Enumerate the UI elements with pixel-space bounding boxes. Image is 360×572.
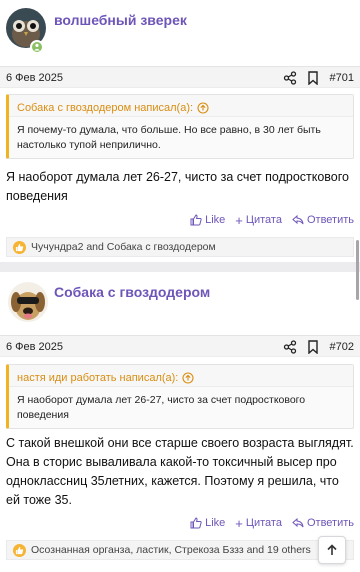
scroll-to-top-button[interactable] (318, 536, 346, 564)
thumbs-up-icon (190, 214, 202, 226)
post-body: С такой внешкой они все старше своего во… (6, 436, 354, 507)
online-badge-icon (30, 40, 44, 54)
reply-label: Ответить (306, 214, 354, 226)
post-actions: Like + Цитата Ответить (190, 211, 354, 229)
post-701: волшебный зверек 6 Фев 2025 #701 Собака … (0, 0, 360, 257)
reactions-bar[interactable]: Чучундра2 and Собака с гвоздодером (6, 237, 354, 257)
reply-icon (292, 517, 304, 528)
quote-block: Собака с гвоздодером написал(а): Я почем… (6, 94, 354, 159)
like-label: Like (205, 214, 226, 226)
quote-text: Я почему-то думала, что больше. Но все р… (17, 124, 321, 151)
thumbs-up-icon (190, 517, 202, 529)
post-meta-bar: 6 Фев 2025 #702 (0, 335, 360, 357)
post-date[interactable]: 6 Фев 2025 (6, 341, 63, 353)
arrow-up-icon (327, 544, 337, 555)
reactions-text[interactable]: Чучундра2 and Собака с гвоздодером (31, 241, 216, 253)
quote-header[interactable]: настя иди работать написал(а): (9, 365, 353, 387)
reactions-text[interactable]: Осознанная органза, ластик, Стрекоза Бзз… (31, 544, 311, 556)
reactions-bar[interactable]: Осознанная органза, ластик, Стрекоза Бзз… (6, 540, 354, 560)
bookmark-icon[interactable] (307, 71, 319, 85)
quote-button[interactable]: + Цитата (235, 213, 282, 228)
quote-button[interactable]: + Цитата (235, 516, 282, 531)
share-icon[interactable] (283, 71, 297, 85)
quote-author[interactable]: Собака с гвоздодером написал(а): (17, 102, 193, 114)
quote-header[interactable]: Собака с гвоздодером написал(а): (9, 95, 353, 117)
plus-icon: + (235, 212, 243, 228)
scrollbar-thumb[interactable] (356, 240, 359, 300)
quote-text: Я наоборот думала лет 26-27, чисто за сч… (17, 394, 306, 421)
post-number[interactable]: #701 (330, 72, 354, 84)
quote-label: Цитата (245, 214, 282, 226)
reply-button[interactable]: Ответить (292, 517, 354, 529)
like-button[interactable]: Like (190, 517, 225, 529)
post-actions: Like + Цитата Ответить (190, 514, 354, 532)
quote-label: Цитата (245, 517, 282, 529)
username[interactable]: Собака с гвоздодером (54, 284, 210, 300)
post-header: Собака с гвоздодером (0, 272, 360, 334)
quote-author[interactable]: настя иди работать написал(а): (17, 372, 178, 384)
like-button[interactable]: Like (190, 214, 225, 226)
quote-block: настя иди работать написал(а): Я наоборо… (6, 364, 354, 429)
like-label: Like (205, 517, 226, 529)
post-date[interactable]: 6 Фев 2025 (6, 72, 63, 84)
post-body: Я наоборот думала лет 26-27, чисто за сч… (6, 170, 349, 203)
arrow-up-circle-icon[interactable] (197, 101, 209, 114)
arrow-up-circle-icon[interactable] (182, 371, 194, 384)
bookmark-icon[interactable] (307, 340, 319, 354)
post-meta-bar: 6 Фев 2025 #701 (0, 66, 360, 88)
plus-icon: + (235, 515, 243, 531)
reply-icon (292, 214, 304, 225)
share-icon[interactable] (283, 340, 297, 354)
reply-button[interactable]: Ответить (292, 214, 354, 226)
reply-label: Ответить (306, 517, 354, 529)
post-702: Собака с гвоздодером 6 Фев 2025 #702 нас… (0, 272, 360, 560)
avatar[interactable] (8, 282, 48, 322)
post-header: волшебный зверек (0, 0, 360, 58)
like-reaction-icon (13, 240, 26, 254)
username[interactable]: волшебный зверек (54, 12, 187, 28)
post-number[interactable]: #702 (330, 341, 354, 353)
like-reaction-icon (13, 543, 26, 557)
